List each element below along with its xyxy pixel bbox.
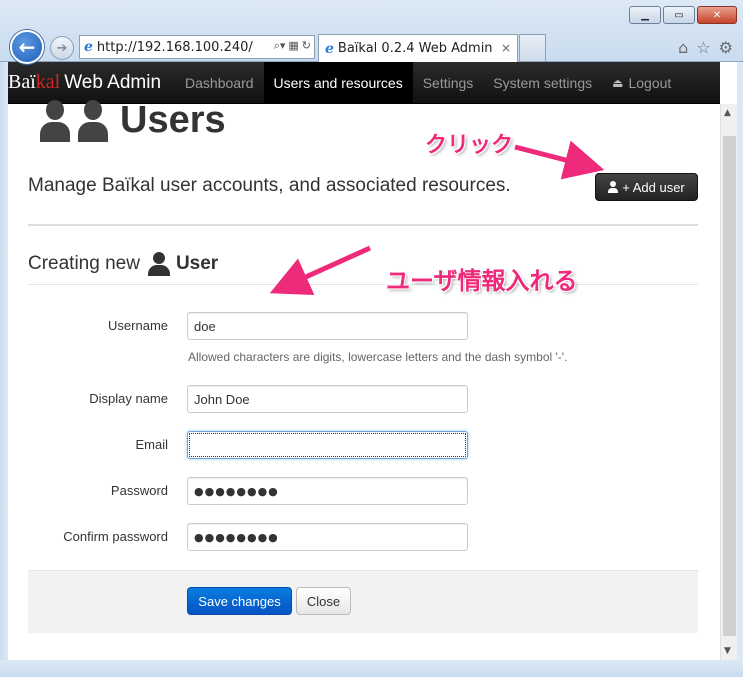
divider — [28, 224, 698, 226]
section-title-strong: User — [175, 253, 219, 274]
tab-title: Baïkal 0.2.4 Web Admin — [337, 41, 493, 56]
brand-accent: kal — [35, 71, 61, 93]
form-section-title: Creating new User — [28, 252, 218, 276]
ie-page-icon: e — [84, 39, 93, 55]
back-arrow-icon[interactable]: ← — [10, 30, 44, 64]
settings-gear-icon[interactable]: ⚙ — [719, 38, 733, 57]
close-window-icon[interactable]: ✕ — [697, 6, 737, 24]
address-tools: ⌕▾ ▦ ↻ — [274, 39, 311, 53]
section-title-prefix: Creating new — [28, 253, 140, 274]
username-help-text: Allowed characters are digits, lowercase… — [188, 350, 568, 364]
password-label: Password — [110, 483, 168, 498]
close-button[interactable]: Close — [296, 587, 351, 615]
arrow-to-add-user — [514, 140, 605, 180]
email-field[interactable] — [187, 431, 468, 459]
window-frame-bottom — [0, 660, 743, 677]
brand-logo[interactable]: Baïkal — [8, 71, 60, 94]
browser-chrome: ▁ ▭ ✕ ➔ e http://192.168.100.240/ ⌕▾ ▦ ↻… — [0, 0, 743, 62]
tab-close-icon[interactable]: × — [501, 41, 511, 55]
nav-settings[interactable]: Settings — [413, 62, 484, 104]
address-bar[interactable]: e http://192.168.100.240/ ⌕▾ ▦ ↻ — [79, 35, 315, 59]
scrollbar-thumb[interactable] — [723, 136, 736, 636]
email-label: Email — [135, 437, 168, 452]
user-icon — [608, 181, 619, 193]
window-controls: ▁ ▭ ✕ — [629, 6, 737, 24]
users-icon — [40, 98, 112, 142]
tab-ie-icon: e — [325, 40, 334, 57]
display-name-field[interactable]: John Doe — [187, 385, 468, 413]
add-user-label: + Add user — [622, 179, 685, 195]
username-label: Username — [108, 318, 168, 333]
save-changes-button[interactable]: Save changes — [187, 587, 292, 615]
brand-prefix: Baï — [8, 71, 36, 93]
brand-subtitle[interactable]: Web Admin — [64, 72, 161, 94]
arrow-to-form — [269, 245, 372, 296]
scroll-down-icon[interactable]: ▼ — [724, 646, 731, 656]
eject-icon: ⏏ — [612, 75, 624, 90]
username-field[interactable]: doe — [187, 312, 468, 340]
refresh-icon[interactable]: ↻ — [302, 39, 311, 53]
nav-logout-label: Logout — [628, 74, 672, 91]
toolbar-icons: ⌂ ☆ ⚙ — [678, 38, 733, 57]
annotation-click: クリック — [425, 133, 514, 158]
page-title: Users — [120, 99, 226, 141]
nav-logout[interactable]: ⏏ Logout — [602, 62, 681, 104]
maximize-icon[interactable]: ▭ — [663, 6, 695, 24]
nav-system-settings[interactable]: System settings — [483, 62, 602, 104]
search-icon[interactable]: ⌕▾ — [274, 39, 286, 53]
display-name-label: Display name — [89, 391, 168, 406]
form-actions — [28, 570, 698, 633]
home-icon[interactable]: ⌂ — [678, 38, 688, 57]
annotation-enter-user-info: ユーザ情報入れる — [386, 267, 578, 295]
forward-arrow-icon[interactable]: ➔ — [50, 36, 74, 60]
nav-users-and-resources[interactable]: Users and resources — [263, 61, 413, 104]
compat-view-icon[interactable]: ▦ — [288, 39, 298, 53]
page-subtitle: Manage Baïkal user accounts, and associa… — [28, 175, 511, 196]
password-field[interactable]: ●●●●●●●● — [187, 477, 468, 505]
add-user-button[interactable]: + Add user — [595, 173, 698, 201]
confirm-password-field[interactable]: ●●●●●●●● — [187, 523, 468, 551]
page-header: Users — [40, 98, 226, 142]
new-tab-button[interactable] — [519, 34, 546, 61]
vertical-scrollbar[interactable]: ▲ ▼ — [720, 104, 737, 660]
favorites-star-icon[interactable]: ☆ — [696, 38, 710, 57]
minimize-icon[interactable]: ▁ — [629, 6, 661, 24]
scroll-up-icon[interactable]: ▲ — [724, 108, 731, 118]
address-url: http://192.168.100.240/ — [96, 39, 253, 55]
user-icon — [147, 252, 170, 276]
window-frame-left — [0, 62, 8, 677]
confirm-password-label: Confirm password — [63, 529, 168, 544]
browser-tab[interactable]: e Baïkal 0.2.4 Web Admin × — [318, 34, 518, 62]
section-divider — [28, 284, 698, 285]
window-frame-right — [737, 62, 743, 677]
